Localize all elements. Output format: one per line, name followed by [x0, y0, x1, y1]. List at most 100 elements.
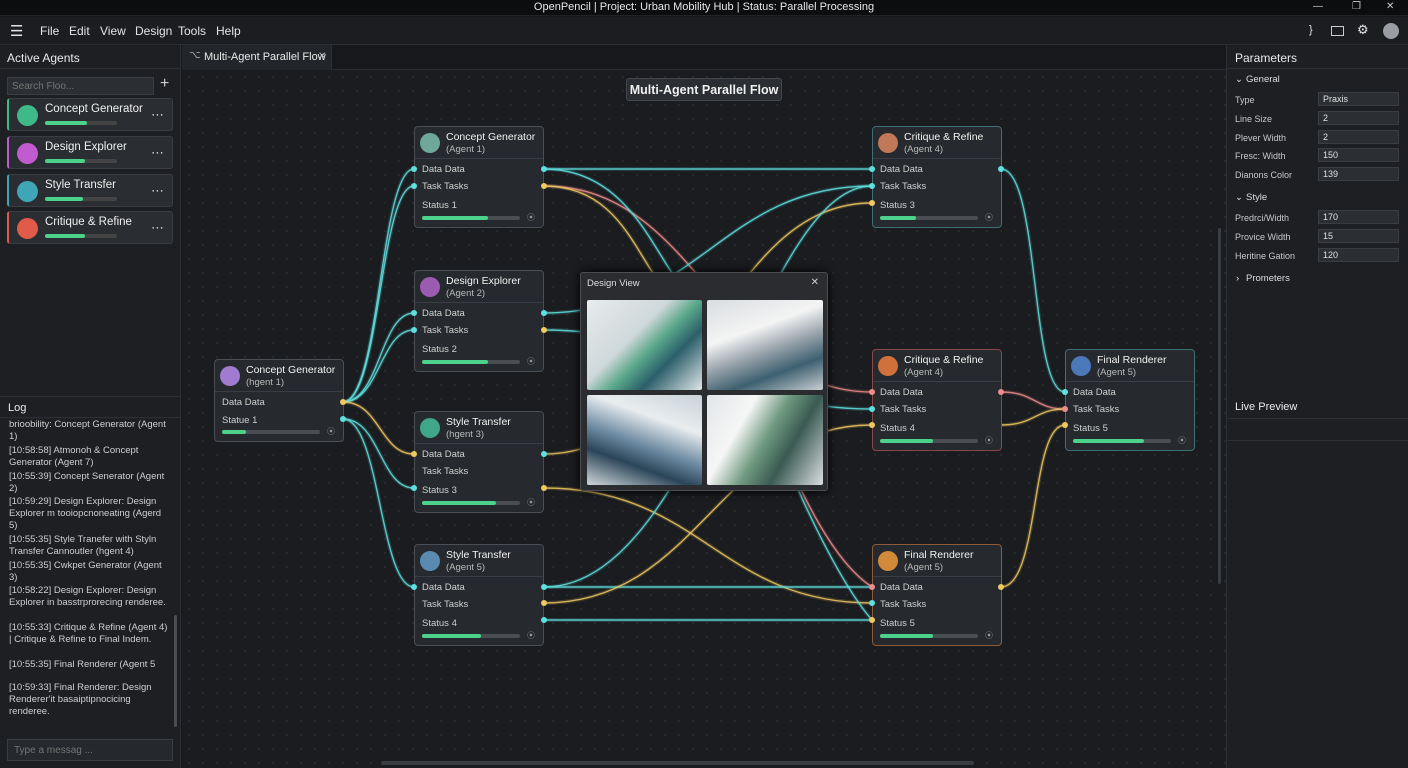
- agent-item-design-explorer[interactable]: Design Explorer ⋯: [7, 136, 173, 169]
- tab-close-icon[interactable]: ✕: [318, 51, 326, 62]
- node-header[interactable]: Design Explorer (Agent 2): [415, 271, 543, 303]
- node-settings-icon[interactable]: ⦿: [327, 426, 335, 437]
- design-view-panel[interactable]: Design View ✕: [580, 272, 828, 491]
- minimize-icon[interactable]: —: [1313, 1, 1323, 12]
- node-header[interactable]: Style Transfer (hgent 3): [415, 412, 543, 444]
- port-dot[interactable]: [541, 310, 547, 316]
- more-icon[interactable]: ⋯: [151, 145, 164, 161]
- port-dot[interactable]: [411, 327, 417, 333]
- node-settings-icon[interactable]: ⦿: [527, 497, 535, 508]
- more-icon[interactable]: ⋯: [151, 107, 164, 123]
- port-dot[interactable]: [1062, 389, 1068, 395]
- port-dot[interactable]: [411, 166, 417, 172]
- menu-design[interactable]: Design: [135, 24, 172, 38]
- design-thumbnail[interactable]: [707, 395, 823, 485]
- param-value[interactable]: 150: [1318, 148, 1399, 162]
- menu-help[interactable]: Help: [216, 24, 241, 38]
- port-dot[interactable]: [541, 183, 547, 189]
- node-settings-icon[interactable]: ⦿: [527, 630, 535, 641]
- agent-item-style-transfer[interactable]: Style Transfer ⋯: [7, 174, 173, 207]
- port-dot[interactable]: [340, 416, 346, 422]
- node-header[interactable]: Final Renderer (Agent 5): [873, 545, 1001, 577]
- menu-edit[interactable]: Edit: [69, 24, 90, 38]
- design-thumbnail[interactable]: [587, 300, 702, 390]
- agent-node[interactable]: Concept Generator (Agent 1) Data Data Task …: [414, 126, 544, 228]
- port-dot[interactable]: [1062, 422, 1068, 428]
- agent-item-critique-refine[interactable]: Critique & Refine ⋯: [7, 211, 173, 244]
- more-icon[interactable]: ⋯: [151, 220, 164, 236]
- port-dot[interactable]: [541, 617, 547, 623]
- add-agent-button[interactable]: +: [160, 75, 169, 93]
- menu-tools[interactable]: Tools: [178, 24, 206, 38]
- node-settings-icon[interactable]: ⦿: [527, 356, 535, 367]
- agent-node[interactable]: Style Transfer (Agent 5) Data Data Task Tas…: [414, 544, 544, 646]
- close-icon[interactable]: ✕: [811, 277, 819, 288]
- param-value[interactable]: 2: [1318, 111, 1399, 125]
- port-dot[interactable]: [869, 166, 875, 172]
- port-dot[interactable]: [411, 451, 417, 457]
- avatar[interactable]: [1383, 23, 1399, 39]
- code-icon[interactable]: }: [1309, 24, 1313, 36]
- menu-view[interactable]: View: [100, 24, 126, 38]
- agent-node[interactable]: Critique & Refine (Agent 4) Data Data Task …: [872, 349, 1002, 451]
- agent-node[interactable]: Style Transfer (hgent 3) Data Data Task Tas…: [414, 411, 544, 513]
- section-style[interactable]: ⌄: [1235, 192, 1243, 203]
- agent-node[interactable]: Concept Generator (hgent 1) Data Data Statu…: [214, 359, 344, 442]
- panel-icon[interactable]: [1331, 26, 1344, 36]
- canvas-horizontal-scrollbar[interactable]: [381, 761, 974, 765]
- agent-node[interactable]: Final Renderer (Agent 5) Data Data Task Tas…: [872, 544, 1002, 646]
- agent-node[interactable]: Final Renderer (Agent 5) Data Data Task Tas…: [1065, 349, 1195, 451]
- node-header[interactable]: Concept Generator (Agent 1): [415, 127, 543, 159]
- node-settings-icon[interactable]: ⦿: [985, 435, 993, 446]
- port-dot[interactable]: [998, 389, 1004, 395]
- port-dot[interactable]: [541, 327, 547, 333]
- param-value[interactable]: 120: [1318, 248, 1399, 262]
- node-settings-icon[interactable]: ⦿: [985, 630, 993, 641]
- port-dot[interactable]: [869, 422, 875, 428]
- close-icon[interactable]: ✕: [1386, 1, 1394, 12]
- design-thumbnail[interactable]: [587, 395, 702, 485]
- port-dot[interactable]: [411, 183, 417, 189]
- param-value[interactable]: 2: [1318, 130, 1399, 144]
- port-dot[interactable]: [541, 485, 547, 491]
- port-dot[interactable]: [1062, 406, 1068, 412]
- port-dot[interactable]: [998, 166, 1004, 172]
- param-value[interactable]: 139: [1318, 167, 1399, 181]
- agent-node[interactable]: Design Explorer (Agent 2) Data Data Task Ta…: [414, 270, 544, 372]
- port-dot[interactable]: [869, 600, 875, 606]
- message-input[interactable]: [7, 739, 173, 761]
- port-dot[interactable]: [869, 406, 875, 412]
- port-dot[interactable]: [998, 584, 1004, 590]
- section-prometers[interactable]: ›: [1236, 273, 1239, 284]
- agent-node[interactable]: Critique & Refine (Agent 4) Data Data Task …: [872, 126, 1002, 228]
- log-scrollbar[interactable]: [174, 615, 177, 727]
- port-dot[interactable]: [411, 584, 417, 590]
- node-settings-icon[interactable]: ⦿: [1178, 435, 1186, 446]
- node-settings-icon[interactable]: ⦿: [985, 212, 993, 223]
- port-dot[interactable]: [869, 200, 875, 206]
- menu-file[interactable]: File: [40, 24, 59, 38]
- port-dot[interactable]: [869, 183, 875, 189]
- param-value[interactable]: 15: [1318, 229, 1399, 243]
- node-header[interactable]: Final Renderer (Agent 5): [1066, 350, 1194, 382]
- agent-item-concept-generator[interactable]: Concept Generator ⋯: [7, 98, 173, 131]
- port-dot[interactable]: [340, 399, 346, 405]
- param-value[interactable]: Praxis: [1318, 92, 1399, 106]
- port-dot[interactable]: [541, 451, 547, 457]
- port-dot[interactable]: [869, 584, 875, 590]
- design-thumbnail[interactable]: [707, 300, 823, 390]
- more-icon[interactable]: ⋯: [151, 183, 164, 199]
- port-dot[interactable]: [541, 600, 547, 606]
- port-dot[interactable]: [869, 617, 875, 623]
- node-settings-icon[interactable]: ⦿: [527, 212, 535, 223]
- port-dot[interactable]: [541, 166, 547, 172]
- maximize-icon[interactable]: ❐: [1352, 1, 1361, 12]
- node-header[interactable]: Style Transfer (Agent 5): [415, 545, 543, 577]
- node-header[interactable]: Critique & Refine (Agent 4): [873, 127, 1001, 159]
- port-dot[interactable]: [541, 584, 547, 590]
- node-header[interactable]: Critique & Refine (Agent 4): [873, 350, 1001, 382]
- param-value[interactable]: 170: [1318, 210, 1399, 224]
- node-header[interactable]: Concept Generator (hgent 1): [215, 360, 343, 392]
- canvas-vertical-scrollbar[interactable]: [1218, 228, 1221, 584]
- section-general[interactable]: ⌄: [1235, 74, 1243, 85]
